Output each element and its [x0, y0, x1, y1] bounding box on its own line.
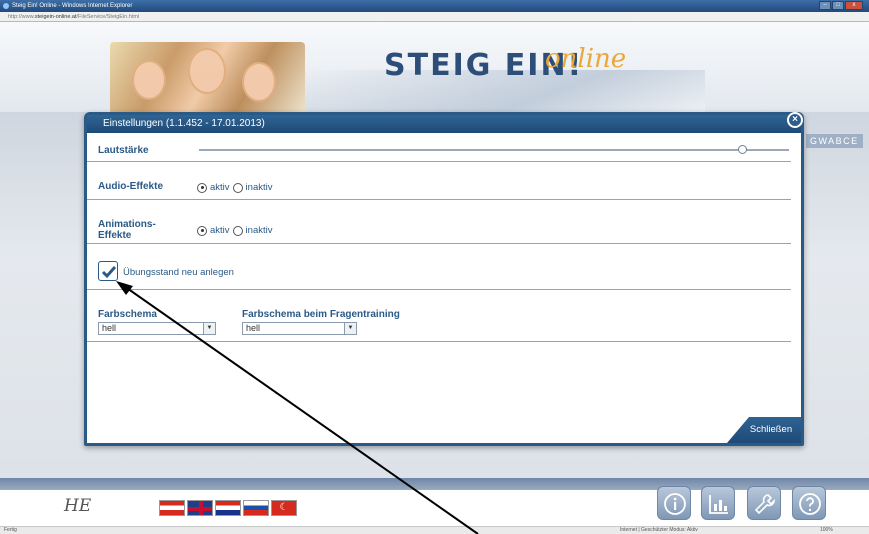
- volume-slider[interactable]: [199, 149, 789, 151]
- info-icon: [664, 493, 686, 515]
- help-icon: [799, 493, 821, 515]
- language-flags: ☾: [159, 500, 297, 516]
- divider: [87, 243, 791, 244]
- url-prefix: http://www.: [8, 14, 35, 20]
- animation-effects-label: Animations-Effekte: [98, 219, 156, 241]
- dialog-title: Einstellungen (1.1.452 - 17.01.2013): [87, 115, 801, 133]
- window-titlebar: Steig Ein! Online - Windows Internet Exp…: [0, 0, 869, 12]
- slovenia-flag[interactable]: [243, 500, 269, 516]
- uk-flag[interactable]: [187, 500, 213, 516]
- person-face: [242, 62, 276, 102]
- divider: [87, 161, 791, 162]
- url-host: steigein-online.at: [34, 14, 77, 20]
- statistics-icon: [709, 495, 728, 514]
- animation-active-radio[interactable]: [197, 225, 207, 236]
- footer-band: [0, 478, 869, 490]
- volume-slider-handle[interactable]: [737, 145, 747, 154]
- color-scheme-value: hell: [102, 323, 117, 333]
- person-face: [188, 48, 226, 94]
- training-color-scheme-value: hell: [246, 323, 261, 333]
- animation-active-label: aktiv: [210, 225, 230, 236]
- zoom-level[interactable]: 100%: [820, 527, 833, 534]
- chevron-down-icon: ▼: [203, 323, 215, 334]
- color-scheme-select[interactable]: hell ▼: [98, 322, 216, 335]
- window-controls: – □ x: [819, 1, 863, 10]
- help-button[interactable]: [792, 486, 826, 520]
- person-face: [132, 60, 166, 100]
- settings-dialog: Einstellungen (1.1.452 - 17.01.2013) × L…: [84, 112, 804, 446]
- austria-flag[interactable]: [159, 500, 185, 516]
- checkmark-icon: [101, 266, 117, 279]
- color-scheme-label: Farbschema: [98, 309, 157, 320]
- training-color-scheme-select[interactable]: hell ▼: [242, 322, 357, 335]
- animation-effects-options: aktiv inaktiv: [197, 225, 272, 236]
- chevron-down-icon: ▼: [344, 323, 356, 334]
- status-text: Fertig: [4, 527, 17, 533]
- reset-progress-checkbox[interactable]: [98, 261, 118, 281]
- animation-inactive-label: inaktiv: [245, 225, 273, 236]
- info-button[interactable]: [657, 486, 691, 520]
- app-logo-online: online: [545, 44, 627, 74]
- ie-icon: [3, 3, 9, 9]
- turkey-flag[interactable]: ☾: [271, 500, 297, 516]
- status-bar: Fertig Internet | Geschützter Modus: Akt…: [0, 526, 869, 534]
- audio-effects-label: Audio-Effekte: [98, 181, 163, 192]
- publisher-logo: HE: [64, 496, 92, 516]
- window-close-button[interactable]: x: [845, 1, 863, 10]
- divider: [87, 289, 791, 290]
- security-zone: Internet | Geschützter Modus: Aktiv: [620, 527, 698, 533]
- footer: [0, 490, 869, 526]
- dialog-close-icon[interactable]: ×: [787, 112, 803, 128]
- address-bar[interactable]: http://www.steigein-online.at/FileServic…: [0, 12, 869, 22]
- reset-progress-label: Übungsstand neu anlegen: [123, 267, 234, 278]
- animation-inactive-radio[interactable]: [232, 225, 243, 236]
- training-color-scheme-label: Farbschema beim Fragentraining: [242, 309, 400, 320]
- divider: [87, 199, 791, 200]
- side-text: GWABCE: [806, 134, 863, 148]
- maximize-button[interactable]: □: [832, 1, 844, 10]
- croatia-flag[interactable]: [215, 500, 241, 516]
- wrench-icon: [754, 494, 776, 515]
- url-path: /FileService/SteigEin.html: [76, 14, 140, 20]
- audio-inactive-radio[interactable]: [232, 182, 243, 193]
- audio-inactive-label: inaktiv: [245, 182, 273, 193]
- minimize-button[interactable]: –: [819, 1, 831, 10]
- close-button[interactable]: Schließen: [727, 417, 801, 443]
- audio-effects-options: aktiv inaktiv: [197, 182, 272, 193]
- audio-active-radio[interactable]: [197, 182, 207, 193]
- divider: [87, 341, 791, 342]
- audio-active-label: aktiv: [210, 182, 230, 193]
- header-photo: [110, 42, 305, 114]
- window-title: Steig Ein! Online - Windows Internet Exp…: [12, 3, 133, 9]
- volume-label: Lautstärke: [98, 145, 149, 156]
- statistics-button[interactable]: [701, 486, 735, 520]
- settings-button[interactable]: [747, 486, 781, 520]
